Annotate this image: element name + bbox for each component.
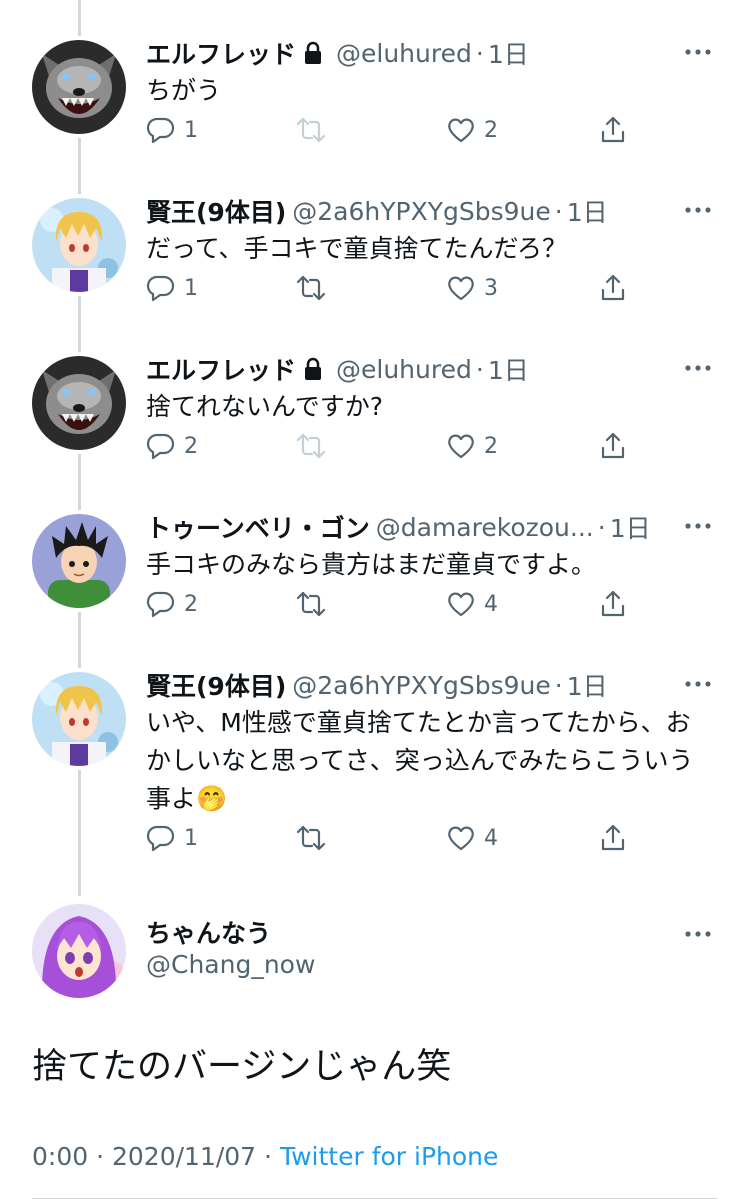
avatar[interactable] [32,40,126,134]
separator: · [475,38,484,68]
author-name[interactable]: エルフレッド [146,36,296,70]
retweet-button[interactable] [296,270,326,306]
tweet-time[interactable]: 0:00 [32,1142,88,1171]
reply-tweet: エルフレッド @eluhured · 1日 ちがう 1 2 [0,0,749,158]
tweet-header: 賢王(9体目) @2a6hYPXYgSbs9ue · 1日 [146,194,649,228]
tweet-text: 捨てたのバージンじゃん笑 [32,1047,452,1087]
author-handle[interactable]: @damarekozou... [376,513,594,542]
reply-button[interactable]: 2 [146,586,198,622]
reply-button[interactable]: 1 [146,820,198,856]
like-button[interactable]: 4 [446,820,498,856]
author-handle[interactable]: @Chang_now [146,950,315,979]
tweet-actions: 12 [146,112,713,148]
separator: · [554,670,563,700]
avatar[interactable] [32,904,126,998]
reply-tweet: エルフレッド @eluhured · 1日 捨てれないんですか? 2 2 [0,316,749,474]
avatar[interactable] [32,514,126,608]
separator: · [475,354,484,384]
tweet-source-link[interactable]: Twitter for iPhone [280,1142,498,1171]
retweet-button[interactable] [296,820,326,856]
tweet-text: ちがう [146,76,222,105]
lock-icon [302,41,324,65]
avatar[interactable] [32,198,126,292]
tweet-actions: 13 [146,270,713,306]
lock-icon [302,357,324,381]
reply-tweet: 賢王(9体目) @2a6hYPXYgSbs9ue · 1日だって、手コキで童貞捨てたん… [0,158,749,316]
like-count: 2 [484,117,498,143]
more-icon[interactable] [683,42,713,62]
more-icon[interactable] [683,924,713,944]
like-count: 4 [484,591,498,617]
author-handle[interactable]: @eluhured [336,355,472,384]
tweet-header: トゥーンベリ・ゴン @damarekozou... · 1日 [146,510,649,544]
author-handle[interactable]: @2a6hYPXYgSbs9ue [292,671,550,700]
tweet-meta: 0:00 · 2020/11/07 · Twitter for iPhone [32,1142,498,1171]
tweet-time[interactable]: 1日 [610,510,649,544]
retweet-button[interactable] [296,428,326,464]
like-button[interactable]: 2 [446,112,498,148]
separator: · [554,196,563,226]
share-button[interactable] [598,112,628,148]
share-button[interactable] [598,428,628,464]
tweet-header: 賢王(9体目) @2a6hYPXYgSbs9ue · 1日 [146,668,649,702]
reply-button[interactable]: 2 [146,428,198,464]
share-button[interactable] [598,586,628,622]
reply-count: 1 [184,275,198,301]
tweet-time[interactable]: 1日 [567,194,608,228]
avatar[interactable] [32,356,126,450]
separator: · [597,512,606,542]
like-count: 3 [484,275,498,301]
retweet-button[interactable] [296,112,326,148]
reply-count: 1 [184,825,198,851]
reply-tweet: 賢王(9体目) @2a6hYPXYgSbs9ue · 1日いや、M性感で童貞捨てたとか… [0,632,749,896]
reply-button[interactable]: 1 [146,270,198,306]
author-name[interactable]: トゥーンベリ・ゴン [146,510,370,544]
tweet-text: 捨てれないんですか? [146,392,384,421]
like-button[interactable]: 3 [446,270,498,306]
reply-count: 2 [184,591,198,617]
tweet-time[interactable]: 1日 [567,668,608,702]
more-icon[interactable] [683,358,713,378]
like-count: 2 [484,433,498,459]
author-name[interactable]: 賢王(9体目) [146,194,286,228]
author-name[interactable]: エルフレッド [146,352,296,386]
tweet-text: だって、手コキで童貞捨てたんだろ？ [146,234,568,263]
tweet-time[interactable]: 1日 [488,352,529,386]
reply-button[interactable]: 1 [146,112,198,148]
author-handle[interactable]: @2a6hYPXYgSbs9ue [292,197,550,226]
author-handle[interactable]: @eluhured [336,39,472,68]
tweet-time[interactable]: 1日 [488,36,529,70]
more-icon[interactable] [683,200,713,220]
tweet-actions: 24 [146,586,713,622]
tweet-header: エルフレッド @eluhured · 1日 [146,36,649,70]
reply-count: 1 [184,117,198,143]
tweet-text: 手コキのみなら貴方はまだ童貞ですよ。 [146,550,597,579]
tweet-actions: 14 [146,820,713,856]
separator: · [96,1142,105,1171]
more-icon[interactable] [683,674,713,694]
share-button[interactable] [598,270,628,306]
tweet-date[interactable]: 2020/11/07 [112,1142,256,1171]
divider [32,1198,717,1199]
reply-count: 2 [184,433,198,459]
like-count: 4 [484,825,498,851]
separator: · [264,1142,272,1171]
like-button[interactable]: 4 [446,586,498,622]
reply-tweet: トゥーンベリ・ゴン @damarekozou... · 1日 手コキのみなら貴方はまだ童… [0,474,749,632]
author-name[interactable]: 賢王(9体目) [146,668,286,702]
tweet-actions: 22 [146,428,713,464]
tweet-text: いや、M性感で童貞捨てたとか言ってたから、おかしいなと思ってさ、突っ込んでみたら… [146,708,694,813]
author-name[interactable]: ちゃんなう [146,914,271,950]
avatar[interactable] [32,672,126,766]
retweet-button[interactable] [296,586,326,622]
more-icon[interactable] [683,516,713,536]
like-button[interactable]: 2 [446,428,498,464]
share-button[interactable] [598,820,628,856]
tweet-header: エルフレッド @eluhured · 1日 [146,352,649,386]
